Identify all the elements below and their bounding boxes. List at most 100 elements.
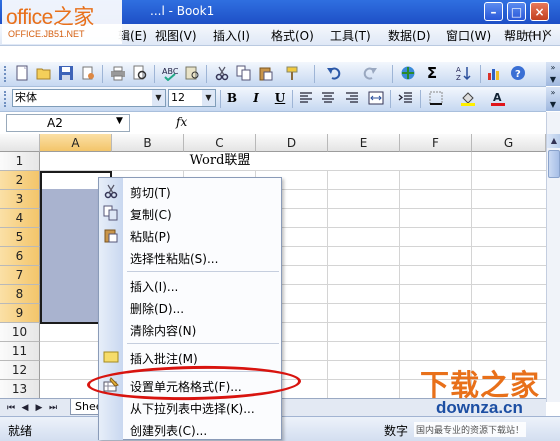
permission-icon[interactable] xyxy=(80,65,96,81)
underline-icon[interactable]: U xyxy=(272,90,288,106)
last-sheet-icon[interactable]: ⏭ xyxy=(48,402,58,414)
first-sheet-icon[interactable]: ⏮ xyxy=(6,402,16,414)
cell-c1[interactable]: Word联盟 xyxy=(40,152,400,170)
svg-text:A: A xyxy=(456,66,461,74)
doc-minimize-icon[interactable] xyxy=(506,48,520,62)
menu-format[interactable]: 格式(O) xyxy=(271,27,314,44)
open-icon[interactable] xyxy=(36,65,52,81)
select-all-corner[interactable] xyxy=(0,134,40,152)
autosum-icon[interactable]: Σ xyxy=(424,65,440,81)
align-left-icon[interactable] xyxy=(298,90,314,106)
row-header[interactable]: 7 xyxy=(0,266,40,285)
row-header[interactable]: 4 xyxy=(0,209,40,228)
print-preview-icon[interactable] xyxy=(132,65,148,81)
minimize-button[interactable]: – xyxy=(484,2,503,21)
column-header-b[interactable]: B xyxy=(112,134,184,152)
new-icon[interactable] xyxy=(14,65,30,81)
row-header[interactable]: 11 xyxy=(0,342,40,361)
close-button[interactable]: × xyxy=(530,2,549,21)
spelling-icon[interactable]: ABC xyxy=(162,65,179,82)
menu-item-insert[interactable]: 插入(I)... xyxy=(99,274,281,296)
menu-view[interactable]: 视图(V) xyxy=(155,27,197,44)
column-header-g[interactable]: G xyxy=(472,134,546,152)
bold-icon[interactable]: B xyxy=(224,90,240,106)
help-icon[interactable]: ? xyxy=(510,65,526,81)
column-header-e[interactable]: E xyxy=(328,134,400,152)
menu-edit[interactable]: 辑(E) xyxy=(118,27,147,44)
menu-item-label: 创建列表(C)... xyxy=(130,424,208,438)
toolbar-options-chevron[interactable]: » ▼ xyxy=(546,62,560,86)
font-color-icon[interactable]: A xyxy=(490,90,506,106)
align-center-icon[interactable] xyxy=(320,90,336,106)
row-header[interactable]: 9 xyxy=(0,304,40,323)
undo-icon[interactable] xyxy=(326,65,342,81)
prev-sheet-icon[interactable]: ◀ xyxy=(20,402,30,414)
row-header[interactable]: 6 xyxy=(0,247,40,266)
borders-icon[interactable] xyxy=(428,90,444,106)
menu-item-delete[interactable]: 删除(D)... xyxy=(99,296,281,318)
name-box[interactable]: A2 xyxy=(6,114,130,132)
copy-icon xyxy=(103,205,119,221)
menu-item-copy[interactable]: 复制(C) xyxy=(99,202,281,224)
row-header[interactable]: 1 xyxy=(0,152,40,171)
chevron-down-icon[interactable]: ▼ xyxy=(202,90,215,106)
scroll-up-icon[interactable]: ▲ xyxy=(547,134,560,148)
column-header-d[interactable]: D xyxy=(256,134,328,152)
menu-item-paste-special[interactable]: 选择性粘贴(S)... xyxy=(99,246,281,268)
menu-item-label: 插入批注(M) xyxy=(130,352,198,366)
window-title: ...l - Book1 xyxy=(150,4,215,18)
align-right-icon[interactable] xyxy=(344,90,360,106)
insert-function-icon[interactable]: fx xyxy=(176,115,187,129)
column-header-f[interactable]: F xyxy=(400,134,472,152)
sort-ascending-icon[interactable]: AZ xyxy=(456,65,472,82)
row-header[interactable]: 3 xyxy=(0,190,40,209)
merge-center-icon[interactable] xyxy=(368,90,384,106)
research-icon[interactable] xyxy=(184,65,200,81)
toolbar-grip[interactable] xyxy=(4,66,9,82)
indent-icon[interactable] xyxy=(398,90,414,106)
vertical-scrollbar[interactable]: ▲ xyxy=(546,112,560,402)
menu-tools[interactable]: 工具(T) xyxy=(330,27,371,44)
hyperlink-icon[interactable] xyxy=(400,65,416,81)
doc-minimize-button[interactable]: – xyxy=(504,27,518,41)
copy-icon[interactable] xyxy=(236,65,252,81)
next-sheet-icon[interactable]: ▶ xyxy=(34,402,44,414)
toolbar-separator xyxy=(154,65,155,83)
cut-icon[interactable] xyxy=(214,65,230,81)
font-size-combo[interactable]: 12 ▼ xyxy=(168,89,216,107)
formula-input[interactable] xyxy=(194,114,544,132)
redo-icon[interactable] xyxy=(362,65,378,81)
menu-item-insert-comment[interactable]: 插入批注(M) xyxy=(99,346,281,368)
menu-item-create-list[interactable]: 创建列表(C)... xyxy=(99,418,281,440)
print-icon[interactable] xyxy=(110,65,126,81)
menu-insert[interactable]: 插入(I) xyxy=(213,27,250,44)
scroll-thumb[interactable] xyxy=(548,150,560,178)
chart-wizard-icon[interactable] xyxy=(486,65,502,81)
format-painter-icon[interactable] xyxy=(284,65,300,81)
doc-close-button[interactable]: ✕ xyxy=(541,27,555,41)
row-header[interactable]: 2 xyxy=(0,171,40,190)
fill-color-icon[interactable] xyxy=(460,90,476,106)
font-name-combo[interactable]: 宋体 ▼ xyxy=(12,89,166,107)
row-header[interactable]: 5 xyxy=(0,228,40,247)
row-header[interactable]: 10 xyxy=(0,323,40,342)
chevron-down-icon[interactable]: ▼ xyxy=(152,90,165,106)
row-header[interactable]: 12 xyxy=(0,361,40,380)
chevron-down-icon[interactable]: ▼ xyxy=(116,116,123,126)
column-header-a[interactable]: A xyxy=(40,134,112,152)
italic-icon[interactable]: I xyxy=(248,90,264,106)
menu-item-paste[interactable]: 粘贴(P) xyxy=(99,224,281,246)
toolbar-grip[interactable] xyxy=(4,91,9,107)
save-icon[interactable] xyxy=(58,65,74,81)
row-header[interactable]: 13 xyxy=(0,380,40,398)
menu-data[interactable]: 数据(D) xyxy=(388,27,431,44)
menu-item-clear-contents[interactable]: 清除内容(N) xyxy=(99,318,281,340)
toolbar-options-chevron[interactable]: » ▼ xyxy=(546,87,560,111)
menu-item-cut[interactable]: 剪切(T) xyxy=(99,180,281,202)
menu-window[interactable]: 窗口(W) xyxy=(446,27,491,44)
row-header[interactable]: 8 xyxy=(0,285,40,304)
maximize-button[interactable]: □ xyxy=(507,2,526,21)
column-header-c[interactable]: C xyxy=(184,134,256,152)
doc-restore-button[interactable]: ▭ xyxy=(523,27,537,41)
paste-icon[interactable] xyxy=(258,65,274,81)
